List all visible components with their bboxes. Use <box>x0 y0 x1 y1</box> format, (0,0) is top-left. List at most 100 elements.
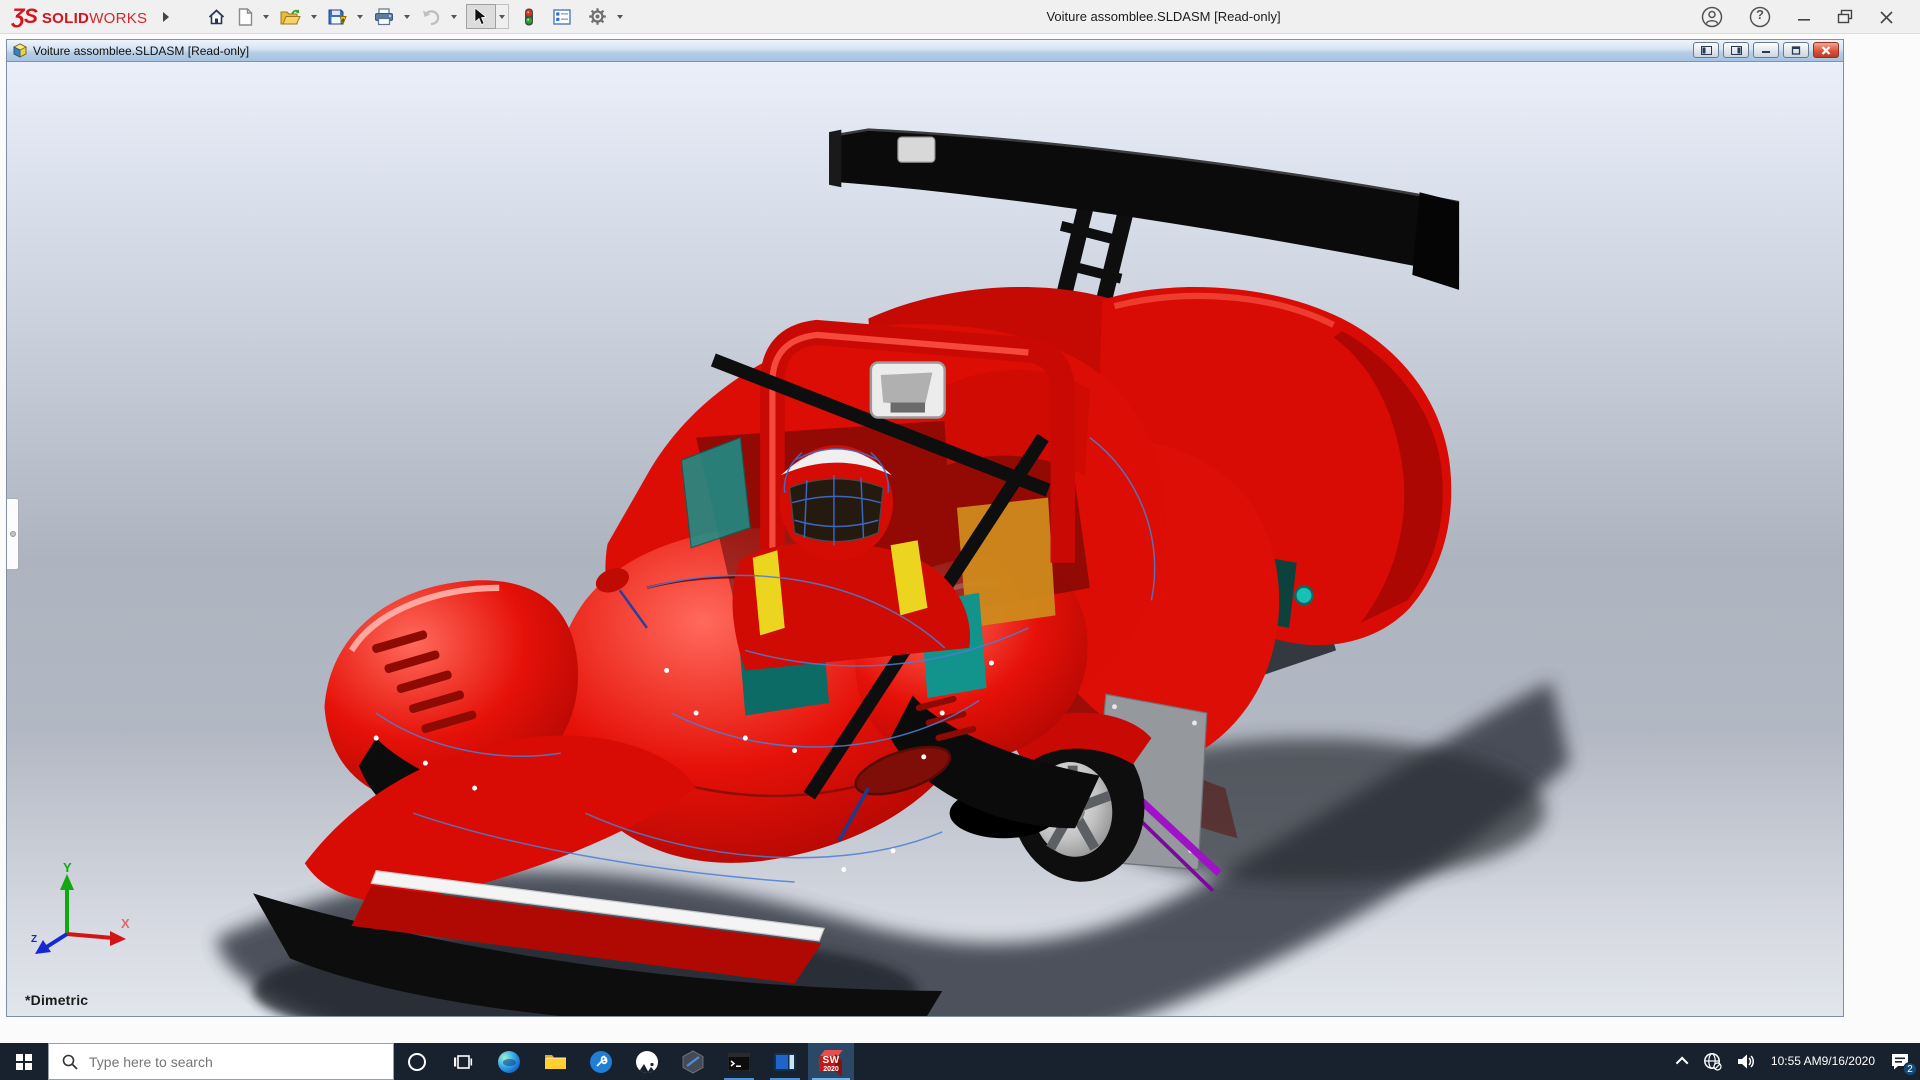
select-tool-group <box>466 4 509 29</box>
options-dropdown-icon[interactable] <box>617 15 623 19</box>
undo-button[interactable] <box>418 4 444 30</box>
mdi-workspace: Voiture assomblee.SLDASM [Read-only] <box>0 34 1920 1043</box>
document-window: Voiture assomblee.SLDASM [Read-only] <box>6 39 1844 1017</box>
tray-date: 9/16/2020 <box>1822 1054 1875 1070</box>
doc-restore-button[interactable] <box>1783 42 1809 58</box>
rebuild-stoplight-button[interactable] <box>521 4 537 30</box>
windows-taskbar: SW 2020 10:55 AM 9/16/2020 2 <box>0 1043 1920 1080</box>
taskbar-cortana-button[interactable] <box>394 1043 440 1080</box>
taskbar-support-tool-button[interactable] <box>578 1043 624 1080</box>
pane-toggle-right-button[interactable] <box>1723 42 1749 58</box>
hexagon-app-icon <box>682 1050 704 1074</box>
pane-toggle-left-button[interactable] <box>1693 42 1719 58</box>
print-dropdown-icon[interactable] <box>404 15 410 19</box>
rear-wing[interactable] <box>829 130 1459 290</box>
triad-x-label: X <box>121 916 130 931</box>
taskbar-file-explorer-button[interactable] <box>532 1043 578 1080</box>
account-button[interactable] <box>1701 6 1723 28</box>
help-button[interactable]: ? <box>1749 6 1771 28</box>
search-input[interactable] <box>89 1054 393 1070</box>
doc-close-icon <box>1821 46 1831 55</box>
print-icon <box>374 8 394 26</box>
doc-restore-icon <box>1791 46 1801 55</box>
task-view-icon <box>453 1053 473 1071</box>
support-tool-icon <box>590 1051 612 1073</box>
options-button[interactable] <box>585 3 610 30</box>
restore-button[interactable] <box>1837 9 1853 25</box>
windows-logo-icon <box>16 1054 32 1070</box>
minimize-button[interactable] <box>1797 10 1811 24</box>
select-tool-dropdown[interactable] <box>496 4 509 29</box>
new-document-icon <box>238 8 253 26</box>
close-icon <box>1879 10 1894 25</box>
file-explorer-icon <box>544 1052 567 1071</box>
tray-time: 10:55 AM <box>1771 1054 1822 1070</box>
save-button[interactable] <box>325 4 350 30</box>
home-icon <box>207 8 226 26</box>
taskbar-hexagon-app-button[interactable] <box>670 1043 716 1080</box>
taskbar-command-prompt-button[interactable] <box>716 1043 762 1080</box>
taskbar-edge-button[interactable] <box>486 1043 532 1080</box>
blue-window-app-icon <box>774 1053 796 1071</box>
undo-dropdown-icon[interactable] <box>451 15 457 19</box>
graphics-viewport[interactable]: Y X Z *Dimetric <box>7 62 1843 1016</box>
taskbar-task-view-button[interactable] <box>440 1043 486 1080</box>
taskbar-solidworks-button[interactable]: SW 2020 <box>808 1043 854 1080</box>
home-button[interactable] <box>204 4 229 30</box>
doc-minimize-button[interactable] <box>1753 42 1779 58</box>
taskbar-clock[interactable]: 10:55 AM 9/16/2020 <box>1771 1054 1875 1070</box>
edge-icon <box>498 1051 520 1073</box>
app-titlebar: ƷS SOLID WORKS <box>0 0 1920 34</box>
system-tray: 10:55 AM 9/16/2020 2 <box>1664 1043 1920 1080</box>
triad-y-label: Y <box>63 862 72 875</box>
volume-button[interactable] <box>1737 1053 1756 1070</box>
open-dropdown-icon[interactable] <box>311 15 317 19</box>
feature-tree-collapsed-tab[interactable] <box>7 498 19 570</box>
document-title: Voiture assomblee.SLDASM [Read-only] <box>33 44 249 58</box>
print-button[interactable] <box>371 4 397 30</box>
app-window-title: Voiture assomblee.SLDASM [Read-only] <box>1046 9 1280 24</box>
taskbar-photos-button[interactable] <box>624 1043 670 1080</box>
new-document-button[interactable] <box>235 4 256 30</box>
save-icon <box>328 8 347 26</box>
speaker-icon <box>1737 1053 1756 1070</box>
taskbar-search[interactable] <box>48 1043 394 1080</box>
rebuild-stoplight-icon <box>524 8 534 26</box>
undo-icon <box>421 8 441 26</box>
globe-network-icon <box>1703 1052 1722 1071</box>
tray-overflow-button[interactable] <box>1679 1057 1688 1066</box>
document-titlebar[interactable]: Voiture assomblee.SLDASM [Read-only] <box>7 40 1843 62</box>
options-gear-icon <box>588 7 607 26</box>
car-3d-model[interactable] <box>7 62 1843 1016</box>
select-dropdown-icon <box>499 15 505 19</box>
photos-icon <box>636 1051 658 1073</box>
save-dropdown-icon[interactable] <box>357 15 363 19</box>
search-icon <box>62 1054 78 1070</box>
restore-icon <box>1837 9 1853 25</box>
close-button[interactable] <box>1879 10 1894 25</box>
select-tool-button[interactable] <box>466 4 496 29</box>
open-icon <box>280 8 301 26</box>
menu-flyout-arrow-icon[interactable] <box>163 12 169 22</box>
tab-grip-icon <box>10 531 16 537</box>
quick-toolbar <box>201 3 628 30</box>
document-window-controls <box>1693 42 1839 58</box>
cortana-icon <box>407 1052 427 1072</box>
task-pane-icon <box>553 9 571 25</box>
network-button[interactable] <box>1703 1052 1722 1071</box>
command-prompt-icon <box>728 1053 750 1071</box>
new-document-dropdown-icon[interactable] <box>263 15 269 19</box>
view-orientation-label: *Dimetric <box>25 992 88 1008</box>
taskbar-blue-window-app-button[interactable] <box>762 1043 808 1080</box>
start-button[interactable] <box>0 1043 48 1080</box>
task-pane-button[interactable] <box>550 5 574 29</box>
app-window-controls: ? <box>1701 0 1920 34</box>
open-button[interactable] <box>277 4 304 30</box>
select-cursor-icon <box>474 8 488 25</box>
assembly-file-icon <box>12 43 28 59</box>
action-center-button[interactable]: 2 <box>1890 1052 1910 1071</box>
orientation-triad: Y X Z <box>29 862 133 958</box>
rearview-mirror <box>871 362 945 417</box>
account-icon <box>1701 6 1723 28</box>
doc-close-button[interactable] <box>1813 42 1839 58</box>
